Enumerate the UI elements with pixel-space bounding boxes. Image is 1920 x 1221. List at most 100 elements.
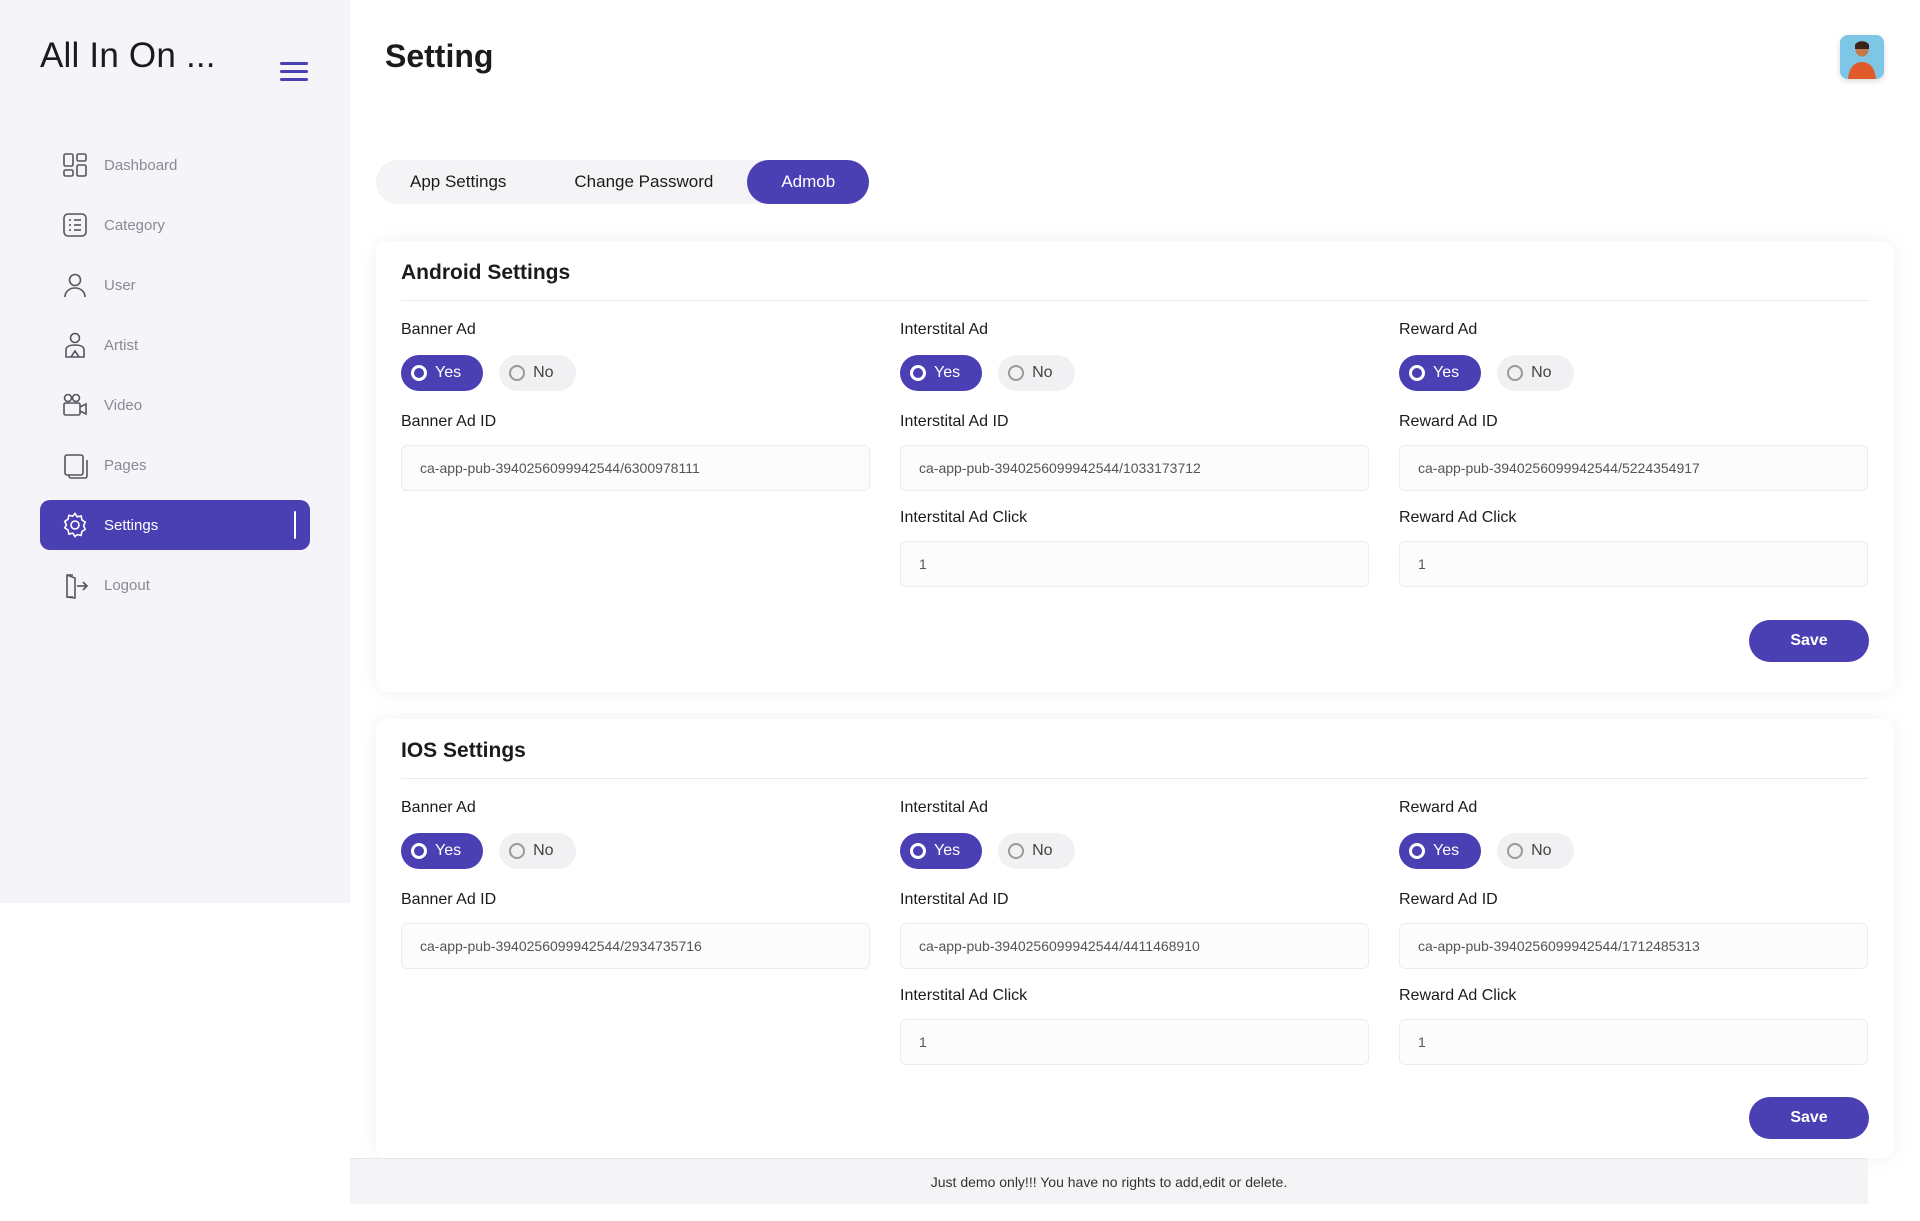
radio-dot-icon: [509, 843, 526, 859]
sidebar-item-category[interactable]: Category: [40, 200, 310, 250]
radio-dot-icon: [509, 365, 526, 381]
interstitial-ad-click-label: Interstital Ad Click: [900, 509, 1028, 526]
banner-ad-no-radio[interactable]: No: [499, 355, 576, 391]
radio-label: Yes: [435, 364, 462, 381]
reward-ad-id-input[interactable]: ca-app-pub-3940256099942544/5224354917: [1399, 445, 1868, 491]
user-icon: [60, 270, 90, 300]
sidebar-item-dashboard[interactable]: Dashboard: [40, 140, 310, 190]
radio-dot-icon: [411, 843, 427, 859]
reward-ad-yes-radio[interactable]: Yes: [1399, 833, 1482, 869]
interstitial-ad-click-input[interactable]: 1: [900, 1019, 1369, 1065]
banner-ad-yes-radio[interactable]: Yes: [401, 355, 484, 391]
gear-icon: [60, 510, 90, 540]
divider: [401, 300, 1869, 301]
radio-dot-icon: [1409, 365, 1425, 381]
banner-ad-id-input[interactable]: ca-app-pub-3940256099942544/2934735716: [401, 923, 870, 969]
settings-tabs: App Settings Change Password Admob: [376, 160, 870, 204]
list-icon: [60, 210, 90, 240]
reward-ad-label: Reward Ad: [1399, 321, 1478, 338]
interstitial-ad-radio-group: Yes No: [900, 833, 1369, 869]
card-title: IOS Settings: [401, 739, 526, 762]
interstitial-ad-click-label: Interstital Ad Click: [900, 987, 1028, 1004]
radio-dot-icon: [1008, 843, 1025, 859]
banner-ad-label: Banner Ad: [401, 799, 476, 816]
radio-label: Yes: [435, 842, 462, 859]
interstitial-ad-click-input[interactable]: 1: [900, 541, 1369, 587]
radio-label: No: [1032, 842, 1053, 859]
reward-ad-column: Reward Ad Yes No Reward Ad ID ca-app-pub…: [1399, 321, 1868, 587]
sidebar-item-label: Dashboard: [104, 156, 178, 174]
interstitial-ad-yes-radio[interactable]: Yes: [900, 355, 983, 391]
reward-ad-click-label: Reward Ad Click: [1399, 509, 1517, 526]
sidebar-item-label: Video: [104, 396, 143, 414]
tab-admob[interactable]: Admob: [747, 160, 870, 204]
banner-ad-yes-radio[interactable]: Yes: [401, 833, 484, 869]
radio-dot-icon: [1507, 843, 1524, 859]
interstitial-ad-no-radio[interactable]: No: [998, 833, 1075, 869]
radio-label: No: [1531, 842, 1552, 859]
reward-ad-click-input[interactable]: 1: [1399, 541, 1868, 587]
reward-ad-no-radio[interactable]: No: [1497, 833, 1574, 869]
radio-label: No: [533, 364, 554, 381]
banner-ad-id-label: Banner Ad ID: [401, 891, 497, 908]
sidebar: All In On ... Dashboard Category User Ar…: [0, 0, 350, 903]
reward-ad-click-input[interactable]: 1: [1399, 1019, 1868, 1065]
sidebar-item-pages[interactable]: Pages: [40, 440, 310, 490]
interstitial-ad-label: Interstital Ad: [900, 799, 989, 816]
radio-label: No: [533, 842, 554, 859]
interstitial-ad-id-input[interactable]: ca-app-pub-3940256099942544/1033173712: [900, 445, 1369, 491]
ios-save-button[interactable]: Save: [1749, 1097, 1869, 1139]
radio-dot-icon: [411, 365, 427, 381]
ios-settings-card: IOS Settings Banner Ad Yes No Banner Ad …: [376, 719, 1894, 1159]
reward-ad-no-radio[interactable]: No: [1497, 355, 1574, 391]
banner-ad-column: Banner Ad Yes No Banner Ad ID ca-app-pub…: [401, 321, 870, 491]
radio-label: Yes: [934, 364, 961, 381]
android-settings-card: Android Settings Banner Ad Yes No Banner…: [376, 241, 1894, 692]
dashboard-icon: [60, 150, 90, 180]
radio-dot-icon: [1409, 843, 1425, 859]
sidebar-item-user[interactable]: User: [40, 260, 310, 310]
demo-notice-text: Just demo only!!! You have no rights to …: [930, 1173, 1288, 1190]
sidebar-item-label: Category: [104, 216, 165, 234]
active-indicator: [294, 511, 296, 539]
logout-icon: [60, 570, 90, 600]
sidebar-item-logout[interactable]: Logout: [40, 560, 310, 610]
interstitial-ad-id-label: Interstital Ad ID: [900, 891, 1009, 908]
android-save-button[interactable]: Save: [1749, 620, 1869, 662]
banner-ad-radio-group: Yes No: [401, 833, 870, 869]
tab-change-password[interactable]: Change Password: [540, 160, 747, 204]
avatar[interactable]: [1840, 35, 1884, 79]
sidebar-item-settings[interactable]: Settings: [40, 500, 310, 550]
banner-ad-label: Banner Ad: [401, 321, 476, 338]
radio-dot-icon: [910, 843, 926, 859]
banner-ad-column: Banner Ad Yes No Banner Ad ID ca-app-pub…: [401, 799, 870, 969]
banner-ad-radio-group: Yes No: [401, 355, 870, 391]
interstitial-ad-yes-radio[interactable]: Yes: [900, 833, 983, 869]
sidebar-nav: Dashboard Category User Artist Video Pag…: [40, 140, 310, 620]
interstitial-ad-no-radio[interactable]: No: [998, 355, 1075, 391]
sidebar-item-video[interactable]: Video: [40, 380, 310, 430]
radio-label: No: [1531, 364, 1552, 381]
reward-ad-id-label: Reward Ad ID: [1399, 891, 1498, 908]
banner-ad-no-radio[interactable]: No: [499, 833, 576, 869]
card-title: Android Settings: [401, 261, 571, 284]
hamburger-menu-icon[interactable]: [280, 62, 308, 82]
radio-dot-icon: [1507, 365, 1524, 381]
sidebar-item-label: Artist: [104, 336, 139, 354]
sidebar-item-artist[interactable]: Artist: [40, 320, 310, 370]
reward-ad-id-input[interactable]: ca-app-pub-3940256099942544/1712485313: [1399, 923, 1868, 969]
brand-title: All In On ...: [40, 36, 216, 75]
interstitial-ad-id-input[interactable]: ca-app-pub-3940256099942544/4411468910: [900, 923, 1369, 969]
pages-icon: [60, 450, 90, 480]
tab-app-settings[interactable]: App Settings: [376, 160, 540, 204]
user-avatar-icon: [1840, 35, 1884, 79]
radio-label: No: [1032, 364, 1053, 381]
interstitial-ad-label: Interstital Ad: [900, 321, 989, 338]
interstitial-ad-column: Interstital Ad Yes No Interstital Ad ID …: [900, 321, 1369, 587]
banner-ad-id-input[interactable]: ca-app-pub-3940256099942544/6300978111: [401, 445, 870, 491]
reward-ad-column: Reward Ad Yes No Reward Ad ID ca-app-pub…: [1399, 799, 1868, 1065]
reward-ad-radio-group: Yes No: [1399, 355, 1868, 391]
reward-ad-yes-radio[interactable]: Yes: [1399, 355, 1482, 391]
banner-ad-id-label: Banner Ad ID: [401, 413, 497, 430]
page-title: Setting: [385, 38, 494, 74]
